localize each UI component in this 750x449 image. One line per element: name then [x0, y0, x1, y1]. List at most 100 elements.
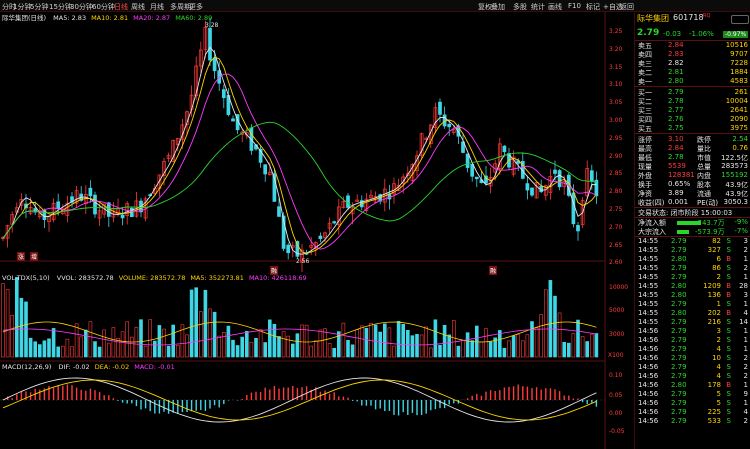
volume-bar	[378, 331, 383, 358]
event-marker[interactable]: 增	[30, 252, 39, 261]
bid-price: 2.76	[668, 115, 684, 123]
tool-button-0[interactable]: 复权	[478, 2, 492, 12]
volume-bar	[166, 345, 171, 358]
tick-row: 14:56 2.79 5 S 9	[635, 390, 750, 399]
bid-price: 2.78	[668, 97, 684, 105]
volume-bar	[401, 323, 406, 358]
chart-area[interactable]: 际华集团(日线) MA5: 2.83 MA10: 2.81 MA20: 2.87 MA…	[0, 12, 634, 449]
volume-bar	[125, 321, 129, 358]
volume-bar	[171, 324, 175, 358]
period-tab-2[interactable]: 5分钟	[30, 2, 48, 12]
volume-bar	[24, 301, 28, 358]
volume-bar	[571, 333, 576, 358]
tick-volume: 5	[716, 399, 721, 407]
tick-price: 2.79	[671, 246, 687, 254]
status-row: 交易状态: 闭市阶段 15:00:03	[635, 208, 750, 217]
tick-row: 14:55 2.79 2 S 1	[635, 273, 750, 282]
vol-axis-label: 5000	[609, 307, 625, 314]
price-axis-label: 2.70	[609, 223, 623, 231]
volume-bar	[47, 338, 51, 358]
tick-price: 2.79	[671, 300, 687, 308]
tick-volume: 6	[716, 255, 721, 263]
tool-button-2[interactable]: 多股	[513, 2, 527, 12]
tick-price: 2.80	[671, 381, 687, 389]
indicator-value: MACD: -0.01	[134, 363, 175, 371]
candle-body	[470, 163, 475, 177]
tick-row: 14:55 2.79 216 S 14	[635, 318, 750, 327]
tool-button-5[interactable]: F10	[568, 2, 581, 10]
tick-row: 14:56 2.79 4 S 2	[635, 372, 750, 381]
volume-bar	[162, 328, 166, 358]
event-marker[interactable]: 融	[270, 266, 279, 275]
collapse-button[interactable]	[731, 15, 749, 24]
ma60-line	[2, 121, 597, 239]
period-tab-3[interactable]: 15分钟	[49, 2, 72, 12]
tick-side: S	[726, 390, 731, 398]
tool-button-6[interactable]: 标记	[586, 2, 600, 12]
tool-button-1[interactable]: 叠加	[491, 2, 505, 12]
macd-indicator-line: MACD(12,26,9) DIF: -0.02 DEA: -0.02 MACD: …	[2, 363, 185, 371]
volume-bar	[258, 328, 263, 358]
tick-time: 14:56	[638, 417, 659, 425]
tick-side: B	[726, 282, 731, 290]
period-tab-7[interactable]: 周线	[131, 2, 145, 12]
tick-count: 2	[743, 372, 748, 380]
tick-price: 2.80	[671, 282, 687, 290]
tick-side: S	[726, 327, 731, 335]
tick-side: S	[726, 264, 731, 272]
tick-volume: 2	[716, 273, 721, 281]
period-tab-6[interactable]: 日线	[114, 2, 128, 12]
price-axis-label: 2.90	[609, 152, 623, 160]
volume-bar	[442, 324, 447, 358]
volume-bar	[97, 346, 102, 358]
volume-bar	[60, 345, 65, 358]
volume-bar	[502, 347, 507, 358]
period-tab-4[interactable]: 30分钟	[70, 2, 93, 12]
divider	[635, 133, 750, 134]
macd-label: MACD(12,26,9)	[2, 363, 52, 371]
volume-bar	[1, 283, 5, 358]
tick-count: 2	[743, 417, 748, 425]
volume-bar	[419, 334, 424, 358]
volume-bar	[355, 329, 360, 358]
tick-count: 9	[743, 390, 748, 398]
stat-row: 涨停 3.10 跌停 2.54	[635, 135, 750, 144]
extra-change-pct: -0.97%	[723, 31, 749, 38]
flow-pct: -9%	[734, 218, 748, 226]
flow-bar	[677, 221, 701, 225]
event-marker[interactable]: 涨	[17, 252, 26, 261]
period-tab-5[interactable]: 60分钟	[92, 2, 115, 12]
price-axis-label: 2.85	[609, 170, 623, 178]
volume-bar	[88, 321, 93, 358]
ask-volume: 10516	[725, 41, 748, 49]
stat-row: 现量 5539 总量 283573	[635, 162, 750, 171]
event-marker[interactable]: 融	[489, 266, 498, 275]
ask-row: 卖一 2.80 4583	[635, 77, 750, 86]
price-axis-label: 2.65	[609, 241, 623, 249]
ask-volume: 1884	[730, 68, 748, 76]
volume-bar	[318, 329, 323, 358]
tick-side: B	[726, 255, 731, 263]
price-axis-label: 3.00	[609, 117, 623, 124]
tool-button-4[interactable]: 画线	[548, 2, 562, 12]
volume-bar	[28, 337, 33, 358]
tool-button-8[interactable]: 返回	[620, 2, 634, 12]
period-tab-1[interactable]: 1分钟	[13, 2, 31, 12]
chart-canvas[interactable]	[0, 12, 634, 449]
price-axis-label: 2.60	[609, 259, 623, 267]
volume-bar	[93, 341, 97, 358]
tick-side: S	[726, 363, 731, 371]
volume-bar	[539, 314, 544, 358]
tick-time: 14:55	[638, 246, 659, 254]
tick-row: 14:55 2.79 82 S 3	[635, 237, 750, 246]
tick-volume: 3	[716, 327, 721, 335]
stat-value: 2.78	[668, 153, 684, 161]
period-tab-10[interactable]: 更多	[189, 2, 203, 12]
ask-price: 2.83	[668, 50, 684, 58]
tool-button-3[interactable]: 统计	[531, 2, 545, 12]
volume-bar	[520, 340, 525, 358]
period-tab-8[interactable]: 月线	[150, 2, 164, 12]
tick-side: S	[726, 372, 731, 380]
tick-row: 14:56 2.79 2 S 1	[635, 336, 750, 345]
period-tab-9[interactable]: 多周期	[170, 2, 191, 12]
